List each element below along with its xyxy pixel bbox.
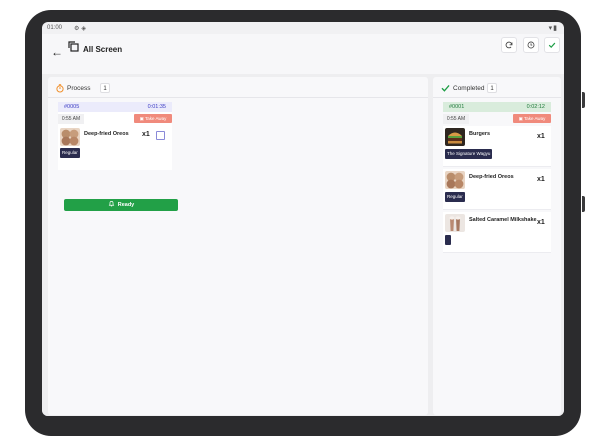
order-header: #0005 0:01:35: [58, 102, 172, 112]
status-right-icons: ▾▮: [548, 25, 558, 32]
check-icon: [548, 42, 556, 49]
order-timer: 0:02:12: [526, 104, 545, 110]
order-item: Deep-fried Oreos x1 Regular: [58, 126, 172, 170]
process-label: Process: [67, 85, 91, 92]
take-away-label: Take Away: [144, 116, 167, 121]
burger-image: [445, 128, 465, 146]
history-button[interactable]: [523, 37, 539, 53]
back-arrow-icon[interactable]: ←: [51, 45, 63, 59]
ready-label: Ready: [117, 202, 135, 208]
item-modifier: The Signature Wagyu: [445, 149, 493, 159]
milkshake-image: [445, 214, 465, 232]
ready-button[interactable]: Ready: [64, 199, 178, 211]
completed-column: Completed 1 #0001 0:02:12 0:55 AM ▣ Take…: [433, 77, 561, 415]
check-icon: [441, 84, 450, 92]
order-item: Salted Caramel Milkshake x1: [443, 212, 551, 253]
status-bar: 01:00 ⚙◈ ▾▮: [42, 22, 564, 34]
oreos-image: [445, 171, 465, 189]
kitchen-board: Process 1 #0005 0:01:35 0:55 AM ▣ Take A…: [42, 74, 564, 416]
process-count-badge: 1: [100, 83, 110, 93]
oreos-image: [60, 128, 80, 146]
volume-button: [582, 92, 585, 108]
page-title: All Screen: [83, 45, 123, 54]
order-card[interactable]: #0001 0:02:12 0:55 AM ▣ Take Away Burger…: [443, 102, 551, 261]
refresh-button[interactable]: [501, 37, 517, 53]
item-quantity: x1: [142, 131, 150, 138]
item-name: Deep-fried Oreos: [84, 131, 129, 137]
completed-label: Completed: [453, 85, 485, 92]
completed-divider: [433, 97, 561, 98]
order-number: #0001: [449, 104, 465, 110]
copy-icon[interactable]: [67, 40, 81, 54]
item-name: Burgers: [469, 131, 491, 137]
power-button: [582, 196, 585, 212]
item-quantity: x1: [537, 176, 545, 183]
order-timer: 0:01:35: [147, 104, 166, 110]
timer-icon: [56, 84, 64, 93]
status-icons: ⚙◈: [74, 26, 88, 32]
refresh-icon: [505, 41, 513, 49]
order-meta: 0:55 AM ▣ Take Away: [58, 114, 172, 124]
order-item: Burgers x1 The Signature Wagyu: [443, 126, 551, 167]
screen: 01:00 ⚙◈ ▾▮ ← All Screen Process 1 #0005…: [42, 22, 564, 416]
order-meta: 0:55 AM ▣ Take Away: [443, 114, 551, 124]
completed-count-badge: 1: [487, 83, 497, 93]
process-column: Process 1 #0005 0:01:35 0:55 AM ▣ Take A…: [48, 77, 428, 415]
order-header: #0001 0:02:12: [443, 102, 551, 112]
order-time: 0:55 AM: [443, 114, 469, 124]
confirm-button[interactable]: [544, 37, 560, 53]
app-bar: ← All Screen: [42, 34, 564, 74]
clock-icon: [527, 41, 535, 49]
take-away-badge: ▣ Take Away: [134, 114, 172, 123]
item-name: Salted Caramel Milkshake: [469, 217, 537, 223]
item-modifier: [445, 235, 451, 245]
order-card[interactable]: #0005 0:01:35 0:55 AM ▣ Take Away Deep-f…: [58, 102, 172, 170]
item-modifier: Regular: [445, 192, 465, 202]
bell-icon: [108, 201, 114, 207]
order-number: #0005: [64, 104, 80, 110]
order-time: 0:55 AM: [58, 114, 84, 124]
take-away-badge: ▣ Take Away: [513, 114, 551, 123]
status-time: 01:00: [47, 25, 63, 31]
order-item: Deep-fried Oreos x1 Regular: [443, 169, 551, 210]
item-name: Deep-fried Oreos: [469, 174, 514, 180]
item-modifier: Regular: [60, 148, 80, 158]
take-away-label: Take Away: [523, 116, 546, 121]
item-quantity: x1: [537, 219, 545, 226]
process-divider: [48, 97, 428, 98]
item-checkbox[interactable]: [156, 131, 165, 140]
item-quantity: x1: [537, 133, 545, 140]
